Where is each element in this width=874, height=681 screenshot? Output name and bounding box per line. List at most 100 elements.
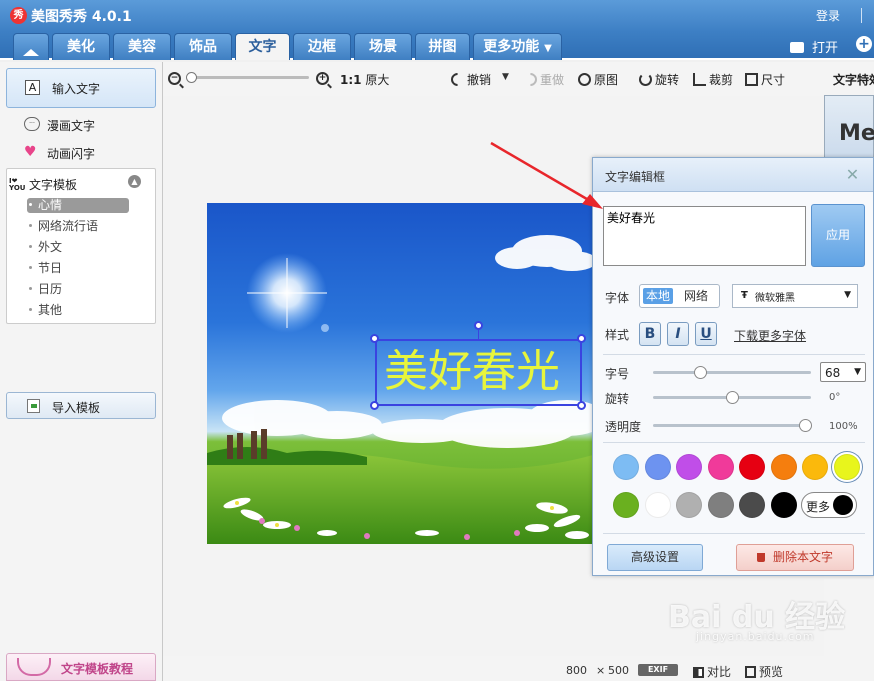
italic-button[interactable]: I: [667, 322, 689, 346]
color-swatch[interactable]: [644, 454, 671, 480]
color-swatch[interactable]: [833, 454, 860, 480]
tab-beauty[interactable]: 美容: [113, 33, 171, 60]
zoom-slider-thumb[interactable]: [186, 72, 197, 83]
text-input[interactable]: 美好春光: [603, 206, 806, 266]
login-link[interactable]: 登录: [816, 7, 840, 24]
template-item-internet-slang[interactable]: 网络流行语: [29, 219, 129, 234]
input-text-label: 输入文字: [52, 82, 101, 96]
dialog-header[interactable]: 文字编辑框 ✕: [593, 158, 873, 192]
resize-handle-bottom-right[interactable]: [577, 401, 586, 410]
preview-icon: [745, 666, 756, 678]
close-icon[interactable]: ✕: [845, 167, 860, 183]
tab-scene[interactable]: 场景: [354, 33, 412, 60]
zoom-slider[interactable]: [191, 76, 309, 79]
tab-beautify[interactable]: 美化: [52, 33, 110, 60]
tab-text[interactable]: 文字: [235, 33, 290, 60]
resize-button[interactable]: 尺寸: [745, 71, 785, 88]
bullet-icon: [29, 203, 32, 206]
font-source-local[interactable]: 本地: [643, 288, 674, 304]
text-edit-dialog: 文字编辑框 ✕ 美好春光 应用 字体 本地 网络 Ŧ 微软雅黑 ▼ 样式 B I…: [592, 157, 874, 576]
compare-button[interactable]: 对比: [693, 663, 731, 680]
template-item-mood[interactable]: 心情: [27, 198, 129, 213]
effect-thumbnail[interactable]: Me: [824, 95, 874, 165]
color-swatch[interactable]: [739, 454, 765, 480]
template-item-holiday[interactable]: 节日: [29, 261, 129, 276]
color-swatch[interactable]: [676, 492, 702, 518]
rotation-handle[interactable]: [474, 321, 483, 330]
color-swatch[interactable]: [644, 492, 671, 518]
delete-text-button[interactable]: 删除本文字: [736, 544, 854, 571]
template-item-calendar[interactable]: 日历: [29, 282, 129, 297]
color-swatch[interactable]: [707, 492, 734, 518]
more-colors-button[interactable]: 更多: [801, 492, 857, 518]
template-heading[interactable]: I❤ YOU 文字模板: [9, 176, 77, 193]
template-item-foreign[interactable]: 外文: [29, 240, 129, 255]
watermark-url: jingyan.baidu.com: [696, 630, 815, 643]
text-overlay-box[interactable]: 美好春光: [375, 339, 582, 406]
color-swatch[interactable]: [676, 454, 702, 480]
zoom-in-icon[interactable]: +: [316, 72, 329, 85]
input-text-button[interactable]: A 输入文字: [6, 68, 156, 108]
heart-icon: ♥: [24, 144, 37, 160]
font-type-icon: Ŧ: [741, 290, 748, 301]
color-swatch[interactable]: [802, 454, 828, 480]
tab-home[interactable]: [13, 33, 49, 72]
exif-button[interactable]: EXIF: [638, 664, 678, 676]
divider: [603, 533, 865, 534]
original-size-button[interactable]: 1:1 原大: [340, 71, 389, 88]
tab-frame[interactable]: 边框: [293, 33, 351, 60]
preview-button[interactable]: 预览: [745, 663, 783, 680]
color-swatch[interactable]: [613, 492, 639, 518]
color-swatch[interactable]: [613, 454, 639, 480]
rotate-button[interactable]: 旋转: [639, 71, 679, 88]
original-image-button[interactable]: 原图: [578, 71, 618, 88]
opacity-value: 100%: [829, 421, 858, 432]
font-source-web[interactable]: 网络: [681, 288, 711, 304]
undo-icon: [448, 70, 467, 89]
app-logo-icon: 秀: [10, 7, 27, 24]
animated-text-label: 动画闪字: [47, 147, 96, 161]
compare-icon: [693, 667, 704, 678]
font-family-select[interactable]: Ŧ 微软雅黑 ▼: [732, 284, 858, 308]
template-item-other[interactable]: 其他: [29, 303, 129, 318]
font-size-select[interactable]: 68 ▼: [820, 362, 866, 382]
template-tutorial-button[interactable]: 文字模板教程: [6, 653, 156, 681]
tab-collage[interactable]: 拼图: [415, 33, 470, 60]
status-bar: 800 × 500 EXIF 对比 预览: [163, 656, 824, 681]
font-size-slider-thumb[interactable]: [694, 366, 708, 379]
apply-button[interactable]: 应用: [811, 204, 865, 267]
color-swatch[interactable]: [770, 454, 797, 480]
color-swatch[interactable]: [770, 492, 797, 518]
rotation-slider-thumb[interactable]: [726, 391, 739, 404]
opacity-slider-thumb[interactable]: [799, 419, 812, 432]
advanced-settings-button[interactable]: 高级设置: [607, 544, 703, 571]
rotation-label: 旋转: [605, 392, 630, 406]
font-size-slider[interactable]: [653, 371, 811, 374]
resize-handle-bottom-left[interactable]: [370, 401, 379, 410]
one-to-one-icon: 1:1: [340, 73, 362, 87]
undo-button[interactable]: 撤销: [448, 70, 491, 89]
bold-button[interactable]: B: [639, 322, 661, 346]
resize-icon: [745, 73, 758, 86]
opacity-slider[interactable]: [653, 424, 805, 427]
tab-more-features[interactable]: 更多功能 ▼: [473, 33, 562, 60]
collapse-icon[interactable]: ▲: [128, 175, 141, 188]
import-template-button[interactable]: 导入模板: [6, 392, 156, 419]
resize-handle-top-right[interactable]: [577, 334, 586, 343]
template-item-label: 其他: [38, 303, 63, 317]
resize-label: 尺寸: [761, 73, 786, 87]
download-more-fonts-link[interactable]: 下载更多字体: [734, 327, 806, 344]
resize-handle-top-left[interactable]: [370, 334, 379, 343]
color-swatch[interactable]: [707, 454, 734, 480]
add-icon[interactable]: +: [856, 36, 872, 52]
crop-button[interactable]: 裁剪: [693, 71, 733, 88]
tab-accessories[interactable]: 饰品: [174, 33, 232, 60]
zoom-out-icon[interactable]: −: [168, 72, 181, 85]
open-button[interactable]: 打开: [789, 37, 838, 56]
color-swatch[interactable]: [739, 492, 765, 518]
chevron-down-icon: ▼: [544, 43, 552, 54]
undo-dropdown-icon[interactable]: ▼: [502, 72, 509, 82]
underline-button[interactable]: U: [695, 322, 717, 346]
main-tab-bar: 美化 美容 饰品 文字 边框 场景 拼图 更多功能 ▼ 打开 +: [0, 32, 874, 72]
text-overlay: 美好春光: [384, 346, 560, 397]
